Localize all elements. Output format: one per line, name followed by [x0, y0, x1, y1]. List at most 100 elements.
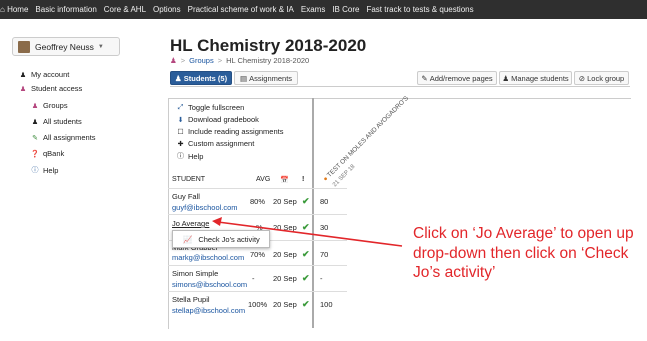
group-icon: ♟	[19, 85, 27, 93]
download-gradebook-link[interactable]: ⬇ Download gradebook	[176, 115, 259, 124]
tab-divider	[170, 86, 630, 87]
info-icon: ⓘ	[31, 167, 39, 174]
top-nav: ⌂ Home Basic information Core & AHL Opti…	[0, 0, 647, 19]
sidebar-item-my-account[interactable]: ♟ My account	[18, 70, 70, 79]
student-date: 20 Sep	[273, 250, 297, 259]
user-icon: ♟	[174, 73, 184, 83]
group-icon: ♟	[170, 56, 177, 65]
sidebar-item-qbank[interactable]: ❓ qBank	[30, 149, 65, 158]
chevron-right-icon: >	[217, 56, 223, 65]
pencil-icon: ✎	[32, 134, 38, 142]
student-name[interactable]: Jo Average	[172, 219, 209, 228]
expand-icon: ⤢	[177, 103, 184, 111]
sidebar-item-all-assignments[interactable]: ✎ All assignments	[30, 133, 96, 142]
nav-home-label: Home	[7, 5, 29, 14]
sidebar-item-groups[interactable]: ♟ Groups	[30, 101, 68, 110]
student-name[interactable]: Simon Simple	[172, 269, 218, 278]
student-email[interactable]: guyf@ibschool.com	[172, 203, 238, 212]
page-title: HL Chemistry 2018-2020	[170, 36, 367, 55]
include-reading-label: Include reading assignments	[188, 127, 284, 136]
student-name[interactable]: Stella Pupil	[172, 295, 210, 304]
nav-basic-information[interactable]: Basic information	[35, 5, 96, 14]
check-activity-menu-item[interactable]: 📈 Check Jo's activity	[173, 235, 260, 244]
score-cell[interactable]: 30	[320, 223, 328, 232]
nav-ib-core[interactable]: IB Core	[332, 5, 359, 14]
header-avg[interactable]: AVG	[256, 176, 270, 183]
score-cell[interactable]: 100	[320, 300, 333, 309]
sidebar-item-label: Groups	[43, 101, 68, 110]
nav-practical[interactable]: Practical scheme of work & IA	[188, 5, 294, 14]
lock-group-button[interactable]: ⊘ Lock group	[574, 71, 629, 85]
breadcrumb: ♟ > Groups > HL Chemistry 2018-2020	[170, 56, 309, 65]
sidebar-item-label: All assignments	[43, 133, 96, 142]
help-label: Help	[188, 151, 204, 161]
sidebar-item-all-students[interactable]: ♟ All students	[30, 117, 82, 126]
download-gradebook-label: Download gradebook	[188, 115, 259, 124]
help-link[interactable]: ⓘ Help	[176, 151, 203, 161]
student-name[interactable]: Guy Fall	[172, 192, 200, 201]
score-cell[interactable]: -	[320, 274, 323, 283]
row-divider	[168, 214, 347, 215]
breadcrumb-current: HL Chemistry 2018-2020	[226, 56, 310, 65]
edit-icon: ✎	[421, 73, 430, 83]
student-avg: -	[252, 274, 255, 283]
header-student[interactable]: STUDENT	[172, 176, 205, 183]
nav-exams[interactable]: Exams	[301, 5, 325, 14]
custom-assignment-link[interactable]: ✚ Custom assignment	[176, 139, 255, 148]
chevron-right-icon: >	[180, 56, 186, 65]
header-excl: !	[302, 176, 305, 183]
user-icon: ♟	[19, 71, 27, 79]
add-remove-pages-button[interactable]: ✎ Add/remove pages	[417, 71, 497, 85]
add-remove-pages-label: Add/remove pages	[429, 73, 493, 83]
nav-core-ahl[interactable]: Core & AHL	[104, 5, 146, 14]
manage-students-button[interactable]: ♟ Manage students	[499, 71, 572, 85]
student-email[interactable]: markg@ibschool.com	[172, 253, 244, 262]
tab-assignments-label: Assignments	[249, 73, 293, 83]
check-icon: ✔	[302, 249, 310, 259]
student-email[interactable]: stellap@ibschool.com	[172, 306, 245, 315]
toggle-fullscreen-link[interactable]: ⤢ Toggle fullscreen	[176, 103, 245, 112]
tab-students[interactable]: ♟ Students (5)	[170, 71, 232, 85]
lock-group-label: Lock group	[587, 73, 625, 83]
plus-icon: ✚	[177, 140, 184, 148]
sidebar-item-help[interactable]: ⓘ Help	[30, 165, 59, 175]
breadcrumb-groups[interactable]: Groups	[189, 56, 214, 65]
row-divider	[168, 291, 347, 292]
sidebar-item-label: All students	[43, 117, 82, 126]
no-entry-icon: ⊘	[578, 73, 588, 83]
student-date: 20 Sep	[273, 197, 297, 206]
student-email[interactable]: simons@ibschool.com	[172, 280, 247, 289]
checkbox-icon: ☐	[177, 128, 184, 136]
sidebar-item-label: My account	[31, 70, 70, 79]
score-cell[interactable]: 70	[320, 250, 328, 259]
check-icon: ✔	[302, 299, 310, 309]
sidebar-item-student-access[interactable]: ♟ Student access	[18, 84, 82, 93]
sidebar-item-label: Student access	[31, 84, 83, 93]
score-cell[interactable]: 80	[320, 197, 328, 206]
download-icon: ⬇	[177, 116, 184, 124]
home-icon: ⌂	[0, 5, 5, 14]
user-icon: ♟	[502, 73, 512, 83]
student-avg: 80%	[250, 197, 266, 206]
student-date: 20 Sep	[273, 223, 297, 232]
user-icon: ♟	[31, 118, 39, 126]
tab-assignments[interactable]: ▤ Assignments	[234, 71, 298, 85]
group-icon: ♟	[31, 102, 39, 110]
document-icon: ▤	[239, 73, 250, 83]
calendar-icon[interactable]: 📅	[280, 176, 289, 184]
chart-line-icon: 📈	[183, 234, 193, 244]
student-date: 20 Sep	[273, 300, 297, 309]
row-divider	[168, 265, 347, 266]
nav-fast-track[interactable]: Fast track to tests & questions	[366, 5, 473, 14]
student-avg: 100%	[248, 300, 268, 309]
sidebar-item-label: qBank	[43, 149, 65, 158]
student-dropdown: 📈 Check Jo's activity	[172, 230, 270, 248]
check-icon: ✔	[302, 196, 310, 206]
question-icon: ❓	[30, 150, 40, 158]
check-activity-label: Check Jo's activity	[198, 234, 260, 244]
user-menu-button[interactable]: Geoffrey Neuss ▼	[12, 37, 120, 56]
nav-options[interactable]: Options	[153, 5, 181, 14]
include-reading-checkbox[interactable]: ☐ Include reading assignments	[176, 127, 283, 136]
nav-home[interactable]: ⌂ Home	[0, 5, 28, 14]
manage-students-label: Manage students	[511, 73, 569, 83]
